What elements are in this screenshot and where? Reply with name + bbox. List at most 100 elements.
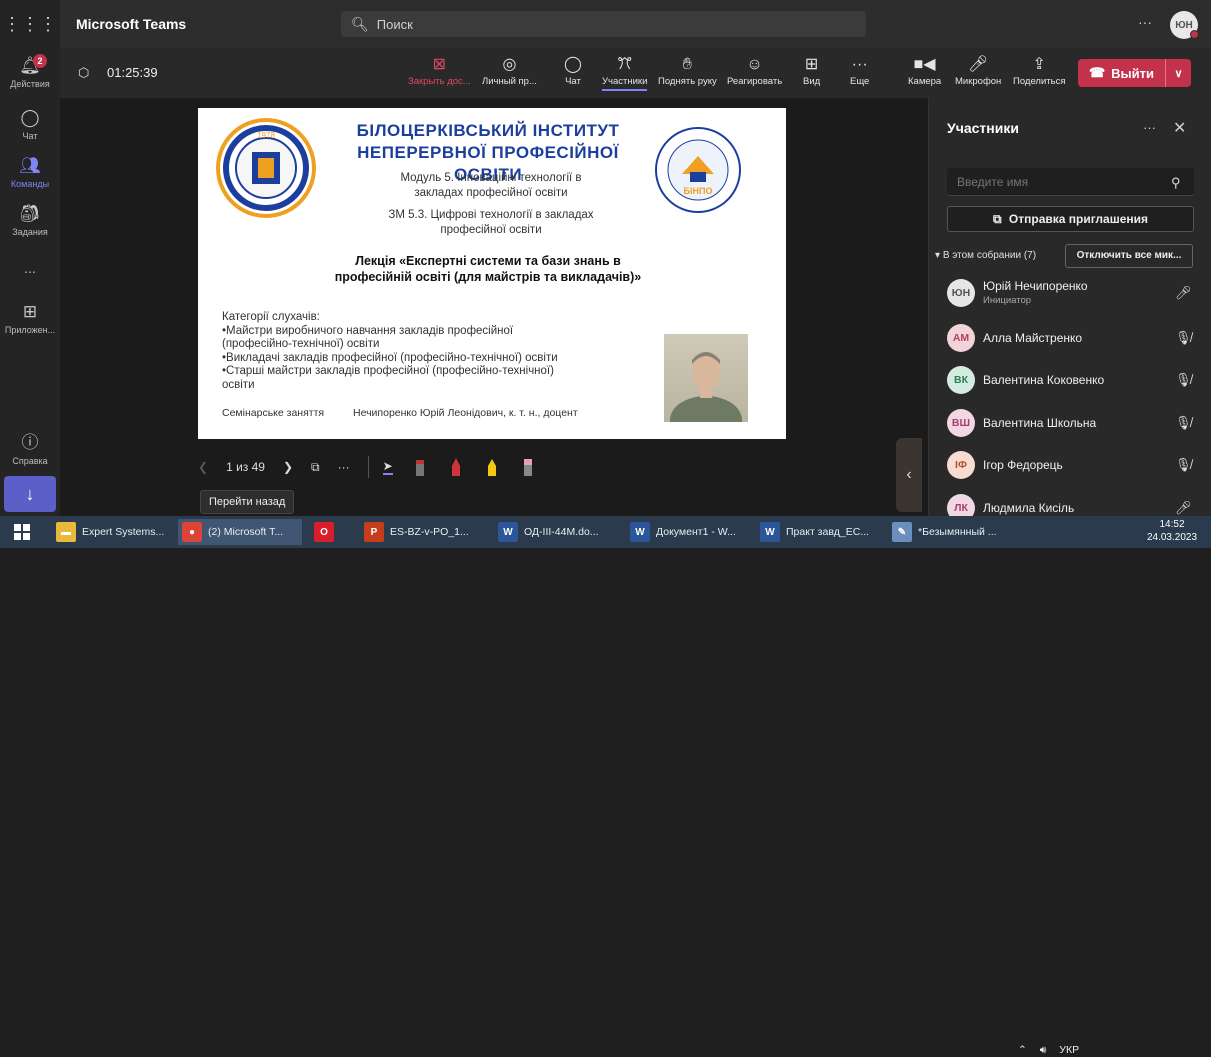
participant-name: Людмила Кисіль xyxy=(983,501,1075,515)
shield-icon: ⬡ xyxy=(78,65,90,80)
taskbar-item[interactable]: W ОД-III-44M.do... xyxy=(494,519,618,545)
more-button[interactable]: ··· Еще xyxy=(850,54,869,87)
share-button[interactable]: ⇪ Поделиться xyxy=(1013,54,1065,87)
mic-icon[interactable]: 🎤︎ xyxy=(1175,500,1192,516)
red-pen-icon[interactable] xyxy=(447,456,465,478)
share-icon: ⇪ xyxy=(1032,56,1046,73)
participant-search-input[interactable] xyxy=(947,168,1194,196)
participant-row[interactable]: ЮН Юрій Нечипоренко Инициатор 🎤︎ xyxy=(947,278,1202,308)
meeting-stage: 1978 БІЛОЦЕРКІВСЬКИЙ ІНСТИТУТ НЕПЕРЕРВНО… xyxy=(60,98,928,516)
slide-more-icon[interactable]: ··· xyxy=(338,460,350,474)
pointer-icon[interactable]: ➤ xyxy=(382,459,393,475)
participant-row[interactable]: ВК Валентина Коковенко 🎙︎̸ xyxy=(947,365,1202,395)
slide-grid-icon[interactable]: ⧉ xyxy=(311,460,320,475)
start-button[interactable] xyxy=(6,519,38,545)
shared-slide: 1978 БІЛОЦЕРКІВСЬКИЙ ІНСТИТУТ НЕПЕРЕРВНО… xyxy=(198,108,786,439)
download-icon[interactable]: ↓ xyxy=(4,476,56,512)
leave-main[interactable]: ☎︎ Выйти xyxy=(1078,59,1166,87)
eraser-icon[interactable] xyxy=(411,456,429,478)
rail-teams[interactable]: 👥︎ Команды xyxy=(0,156,60,189)
raise-hand-button[interactable]: ✋︎ Поднять руку xyxy=(658,54,717,87)
invite-label: Отправка приглашения xyxy=(1008,212,1149,226)
view-label: Вид xyxy=(803,76,821,87)
participants-panel: Участники ··· ✕ ⚲ ⧉ Отправка приглашения… xyxy=(928,98,1211,522)
microphone-button[interactable]: 🎤︎ Микрофон xyxy=(955,54,1001,87)
people-icon: ꔫ xyxy=(617,56,633,73)
taskbar-item[interactable]: W Практ завд_ЕС... xyxy=(756,519,880,545)
rail-help[interactable]: ⓘ Справка xyxy=(0,428,60,466)
hang-up-icon: ☎︎ xyxy=(1088,65,1106,80)
participants-button[interactable]: ꔫ Участники xyxy=(602,54,648,91)
rail-chat[interactable]: ◯ Чат xyxy=(0,108,60,141)
taskbar-item[interactable]: W Документ1 - W... xyxy=(626,519,748,545)
clock-date: 24.03.2023 xyxy=(1146,532,1198,543)
participant-name: Юрій Нечипоренко xyxy=(983,279,1088,293)
camera-button[interactable]: ■◀ Камера xyxy=(908,54,941,87)
participant-row[interactable]: ІФ Ігор Федорець 🎙︎̸ xyxy=(947,450,1202,480)
taskbar-clock[interactable]: 14:52 24.03.2023 xyxy=(1142,518,1202,544)
search-box[interactable]: 🔍︎ Поиск xyxy=(341,11,866,37)
camera-label: Камера xyxy=(908,76,942,87)
mic-icon: 🎤︎ xyxy=(967,56,989,73)
system-tray[interactable]: ⌃ 🔊︎ УКР xyxy=(1018,1044,1079,1057)
rail-apps-label: Приложен... xyxy=(4,325,56,335)
rail-more[interactable]: ... xyxy=(0,260,60,276)
mic-off-icon[interactable]: 🎙︎̸ xyxy=(1175,330,1192,346)
rail-teams-label: Команды xyxy=(10,179,50,189)
avatar[interactable]: ЮН xyxy=(1170,11,1199,39)
mute-all-button[interactable]: Отключить все мик... xyxy=(1065,244,1193,268)
chat-icon: ◯ xyxy=(20,108,40,127)
taskbar-item[interactable]: ● (2) Microsoft T... xyxy=(178,519,302,545)
panel-more-icon[interactable]: ··· xyxy=(1143,120,1156,135)
meeting-timer: 01:25:39 xyxy=(107,65,158,80)
tray-up-icon[interactable]: ⌃ xyxy=(1018,1044,1027,1056)
divider xyxy=(367,456,369,478)
chevron-down-icon[interactable]: ∨ xyxy=(1166,67,1191,80)
highlighter-icon[interactable] xyxy=(483,456,501,478)
next-slide-icon[interactable]: ❯ xyxy=(283,460,293,474)
chat-button[interactable]: ◯ Чат xyxy=(564,54,582,87)
mic-off-icon[interactable]: 🎙︎̸ xyxy=(1175,457,1192,473)
participant-row[interactable]: ВШ Валентина Школьна 🎙︎̸ xyxy=(947,408,1202,438)
react-button[interactable]: ☺︎ Реагировать xyxy=(727,54,782,87)
bell-icon: 🔔︎ xyxy=(19,56,41,75)
share-invite-icon: ⧉ xyxy=(992,212,1002,226)
stop-sharing-button[interactable]: ⊠ Закрыть дос... xyxy=(408,54,471,87)
rail-activity[interactable]: 🔔︎ 2 Действия xyxy=(0,54,60,89)
pink-eraser-icon[interactable] xyxy=(519,456,537,478)
taskbar-item[interactable]: ✎ *Безымянный ... xyxy=(888,519,1008,545)
collapse-left-icon[interactable]: ‹ xyxy=(896,438,922,512)
raise-hand-label: Поднять руку xyxy=(658,76,717,87)
module-line-2: закладах професійної освіти xyxy=(414,187,568,199)
send-invite-button[interactable]: ⧉ Отправка приглашения xyxy=(947,206,1194,232)
taskbar-item-label: (2) Microsoft T... xyxy=(208,526,284,538)
paint-icon: ✎ xyxy=(892,522,912,542)
zm-text: ЗМ 5.3. Цифрові технології в закладах пр… xyxy=(346,208,636,238)
more-options-icon[interactable]: ··· xyxy=(1138,14,1152,30)
share-label: Поделиться xyxy=(1013,76,1066,87)
in-meeting-section[interactable]: ▾ В этом собрании (7) xyxy=(935,250,1036,261)
participant-avatar: ІФ xyxy=(947,451,975,479)
mic-off-icon[interactable]: 🎙︎̸ xyxy=(1175,415,1192,431)
taskbar-item[interactable]: ▬ Expert Systems... xyxy=(52,519,170,545)
view-button[interactable]: ⊞ Вид xyxy=(803,54,820,87)
app-title: Microsoft Teams xyxy=(76,16,187,32)
rail-assignments[interactable]: 🎒︎ Задания xyxy=(0,204,60,237)
taskbar-item[interactable]: O xyxy=(310,519,350,545)
taskbar-item[interactable]: P ES-BZ-v-PO_1... xyxy=(360,519,486,545)
mic-icon[interactable]: 🎤︎ xyxy=(1175,285,1192,301)
speaker-icon[interactable]: 🔊︎ xyxy=(1040,1044,1047,1056)
private-view-button[interactable]: ◎ Личный пр... xyxy=(482,54,537,87)
participant-avatar: ВШ xyxy=(947,409,975,437)
app-launcher-icon[interactable]: ⋮⋮⋮ xyxy=(0,0,60,48)
microphone-label: Микрофон xyxy=(955,76,1002,87)
close-icon[interactable]: ✕ xyxy=(1173,118,1186,138)
categories-title: Категорії слухачів: xyxy=(222,311,320,323)
participant-row[interactable]: АМ Алла Майстренко 🎙︎̸ xyxy=(947,323,1202,353)
previous-slide-icon[interactable]: ❮ xyxy=(198,460,208,474)
keyboard-language[interactable]: УКР xyxy=(1059,1044,1079,1056)
rail-apps[interactable]: ⊞ Приложен... xyxy=(0,302,60,335)
leave-button[interactable]: ☎︎ Выйти ∨ xyxy=(1078,59,1191,87)
rail-activity-label: Действия xyxy=(10,79,50,89)
mic-off-icon[interactable]: 🎙︎̸ xyxy=(1175,372,1192,388)
